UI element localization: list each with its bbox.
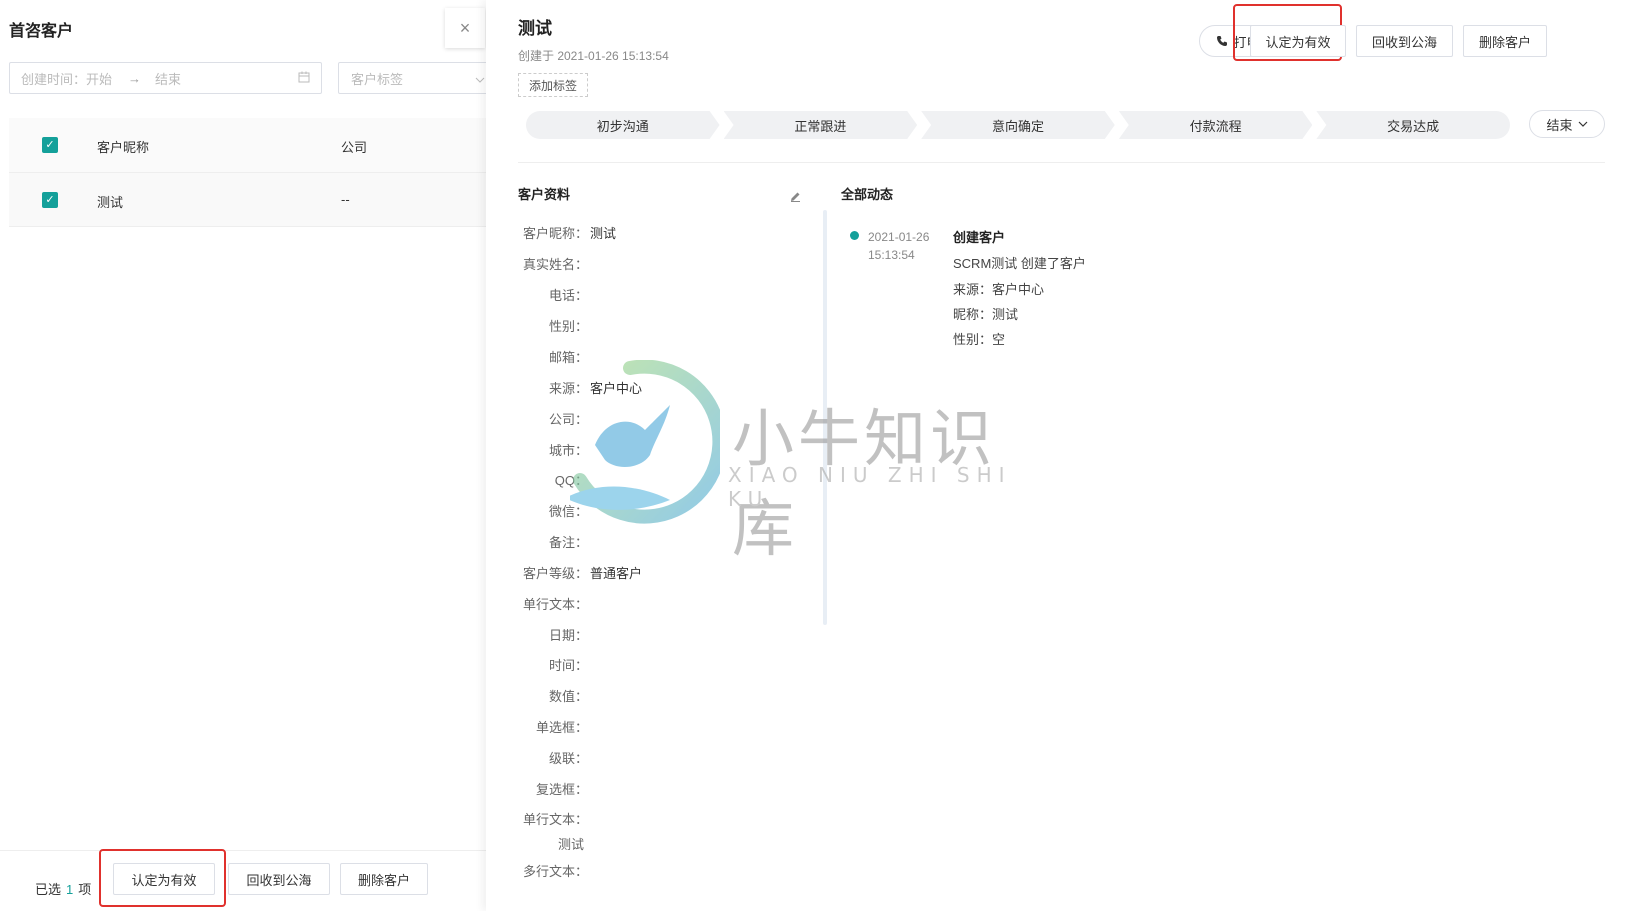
created-time: 创建于 2021-01-26 15:13:54	[518, 49, 669, 63]
selection-prefix: 已选	[35, 882, 62, 897]
profile-field: 时间：	[518, 654, 848, 674]
profile-field-label: 日期：	[548, 627, 588, 643]
batch-mark-valid-button[interactable]: 认定为有效	[113, 863, 215, 895]
profile-field-label: 时间：	[548, 657, 588, 673]
profile-field-value: 测试	[590, 225, 617, 241]
panel-title: 首咨客户	[9, 23, 74, 40]
profile-field: 客户昵称： 测试	[518, 222, 848, 242]
profile-field-label: 多行文本：	[522, 863, 588, 879]
stage-follow-up[interactable]: 正常跟进	[724, 111, 918, 139]
add-tag-button[interactable]: 添加标签	[518, 73, 589, 97]
arrow-right-icon: →	[128, 70, 142, 86]
profile-field-label: 客户昵称：	[522, 225, 588, 241]
select-all-checkbox[interactable]: ✓	[42, 137, 58, 153]
profile-field-label: 单选框：	[535, 719, 588, 735]
customer-name-title: 测试	[518, 19, 552, 38]
customer-tag-select[interactable]: 客户标签	[338, 62, 498, 94]
profile-field: 性别：	[518, 315, 848, 335]
profile-field: 日期：	[518, 624, 848, 644]
stage-deal-closed[interactable]: 交易达成	[1316, 111, 1510, 139]
edit-icon[interactable]	[790, 190, 801, 205]
sales-stage-bar: 初步沟通 正常跟进 意向确定 付款流程 交易达成	[526, 111, 1510, 139]
timeline-title: 创建客户	[953, 230, 1006, 245]
profile-field-label: 性别：	[548, 318, 588, 334]
profile-field-label: 复选框：	[535, 781, 588, 797]
end-stage-label: 结束	[1546, 117, 1573, 133]
close-icon: ×	[459, 17, 471, 38]
tag-select-placeholder: 客户标签	[351, 71, 404, 87]
profile-field: 电话：	[518, 284, 848, 304]
selection-number: 1	[66, 882, 74, 897]
profile-field-label: 单行文本：	[522, 812, 588, 827]
delete-customer-button[interactable]: 删除客户	[1463, 25, 1547, 57]
timeline-dot	[850, 231, 859, 240]
profile-field: 级联：	[518, 747, 848, 767]
row-nickname: 测试	[97, 195, 124, 210]
stage-payment[interactable]: 付款流程	[1119, 111, 1313, 139]
batch-action-bar: 已选 1 项 认定为有效 回收到公海 删除客户	[0, 849, 486, 911]
activity-section-title: 全部动态	[841, 187, 894, 202]
table-header: ✓ 客户昵称 公司	[9, 118, 486, 173]
phone-icon	[1216, 35, 1228, 47]
close-button[interactable]: ×	[445, 8, 485, 48]
row-company: --	[341, 192, 350, 207]
date-start-placeholder: 创建时间：开始	[21, 71, 113, 87]
created-date-range-picker[interactable]: 创建时间：开始 → 结束	[9, 62, 322, 94]
calendar-icon	[298, 71, 310, 86]
stage-intent-confirmed[interactable]: 意向确定	[921, 111, 1115, 139]
selection-count: 已选 1 项	[35, 879, 91, 898]
profile-field-label: 数值：	[548, 688, 588, 704]
selection-suffix: 项	[78, 882, 92, 897]
customer-list-panel: 首咨客户 × 创建时间：开始 → 结束 客户标签 ✓ 客户昵称 公司 ✓ 测试 …	[0, 0, 498, 911]
date-end-placeholder: 结束	[155, 71, 182, 87]
profile-field: 单行文本： 测试	[518, 809, 848, 853]
profile-field-label: 真实姓名：	[522, 256, 588, 272]
watermark-subtext: XIAO NIU ZHI SHI KU	[728, 463, 1012, 511]
profile-field-label: 电话：	[548, 287, 588, 303]
stage-initial-contact[interactable]: 初步沟通	[526, 111, 720, 139]
end-stage-dropdown[interactable]: 结束	[1529, 110, 1605, 138]
timeline-detail-line: 性别：空	[953, 332, 1006, 347]
table-row[interactable]: ✓ 测试 --	[9, 173, 486, 227]
profile-field: 数值：	[518, 685, 848, 705]
profile-field-label: 客户等级：	[522, 565, 588, 581]
profile-field-label: 级联：	[548, 750, 588, 766]
watermark-logo-icon	[565, 359, 727, 524]
timeline-detail-line: SCRM测试 创建了客户	[953, 256, 1086, 271]
watermark: 小牛知识库 XIAO NIU ZHI SHI KU	[565, 359, 1040, 565]
profile-field-value: 测试	[558, 837, 585, 852]
column-header-company: 公司	[341, 140, 368, 155]
timeline-detail-line: 昵称：测试	[953, 307, 1019, 322]
batch-recycle-button[interactable]: 回收到公海	[228, 863, 330, 895]
profile-field: 多行文本：	[518, 860, 848, 880]
profile-field-value: 普通客户	[590, 565, 643, 581]
profile-section-title: 客户资料	[518, 187, 571, 202]
batch-delete-button[interactable]: 删除客户	[340, 863, 428, 895]
profile-field-label: 备注：	[548, 534, 588, 550]
recycle-button[interactable]: 回收到公海	[1356, 25, 1453, 57]
timeline-date-day: 2021-01-26	[868, 230, 930, 244]
timeline-detail-line: 来源：客户中心	[953, 282, 1045, 297]
divider	[518, 162, 1605, 163]
profile-field-label: 单行文本：	[522, 596, 588, 612]
profile-field: 单行文本：	[518, 593, 848, 613]
profile-field: 真实姓名：	[518, 253, 848, 273]
timeline-date-time: 15:13:54	[868, 248, 915, 262]
mark-valid-button[interactable]: 认定为有效	[1250, 25, 1346, 57]
profile-field: 单选框：	[518, 716, 848, 736]
chevron-down-icon	[1578, 121, 1588, 127]
chevron-down-icon	[475, 71, 485, 86]
row-checkbox[interactable]: ✓	[42, 192, 58, 208]
column-header-nickname: 客户昵称	[97, 140, 150, 155]
profile-field: 复选框：	[518, 778, 848, 798]
timeline-date: 2021-01-26 15:13:54	[868, 228, 948, 264]
